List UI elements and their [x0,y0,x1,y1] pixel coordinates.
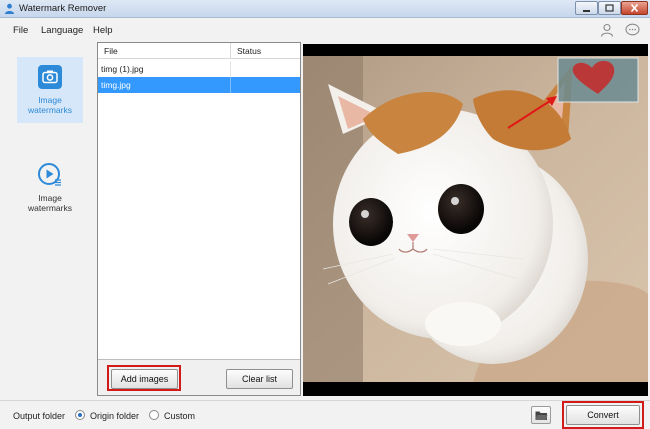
close-icon [630,4,639,12]
chat-bubble-icon[interactable] [625,23,640,37]
sidebar-item-label: Image watermarks [28,95,72,115]
sidebar-item-video-watermarks[interactable]: Image watermarks [17,155,83,221]
sidebar-item-image-watermarks[interactable]: Image watermarks [17,57,83,123]
column-header-status[interactable]: Status [237,46,261,56]
menu-language[interactable]: Language [41,25,83,36]
sidebar: Image watermarks Image watermarks [0,42,97,400]
output-folder-label: Output folder [13,411,66,421]
origin-folder-label[interactable]: Origin folder [90,411,139,421]
minimize-button[interactable] [575,1,598,15]
add-images-button[interactable]: Add images [111,369,178,389]
title-bar: Watermark Remover [0,0,650,18]
folder-icon [535,411,548,420]
bottom-bar: Output folder Origin folder Custom Conve… [0,400,650,429]
app-logo-icon [5,3,14,14]
open-folder-button[interactable] [531,406,551,424]
cat-photo [303,56,648,382]
file-row[interactable]: timg (1).jpg [98,61,300,77]
image-preview[interactable] [303,44,648,396]
file-list-header: File Status [98,43,300,59]
column-divider [230,77,231,93]
file-list-footer: Add images Clear list [98,359,300,395]
menu-help[interactable]: Help [93,25,113,36]
custom-folder-label[interactable]: Custom [164,411,195,421]
camera-icon [38,65,62,89]
origin-folder-radio[interactable] [75,410,85,420]
file-name: timg (1).jpg [101,64,144,74]
window-title: Watermark Remover [19,3,107,14]
maximize-icon [605,4,614,12]
custom-folder-radio[interactable] [149,410,159,420]
file-row[interactable]: timg.jpg [98,77,300,93]
maximize-button[interactable] [598,1,621,15]
user-icon[interactable] [600,23,614,37]
file-name: timg.jpg [101,80,131,90]
menu-bar: File Language Help [0,18,650,42]
column-divider[interactable] [230,43,231,59]
menu-file[interactable]: File [13,25,28,36]
clear-list-button[interactable]: Clear list [226,369,293,389]
convert-button[interactable]: Convert [566,405,640,425]
video-play-icon [38,163,61,186]
sidebar-item-label: Image watermarks [28,193,72,213]
minimize-icon [583,10,590,12]
column-header-file[interactable]: File [104,46,118,56]
file-list-panel: File Status timg (1).jpg timg.jpg Add im… [97,42,301,396]
column-divider [230,61,231,77]
close-button[interactable] [621,1,648,15]
